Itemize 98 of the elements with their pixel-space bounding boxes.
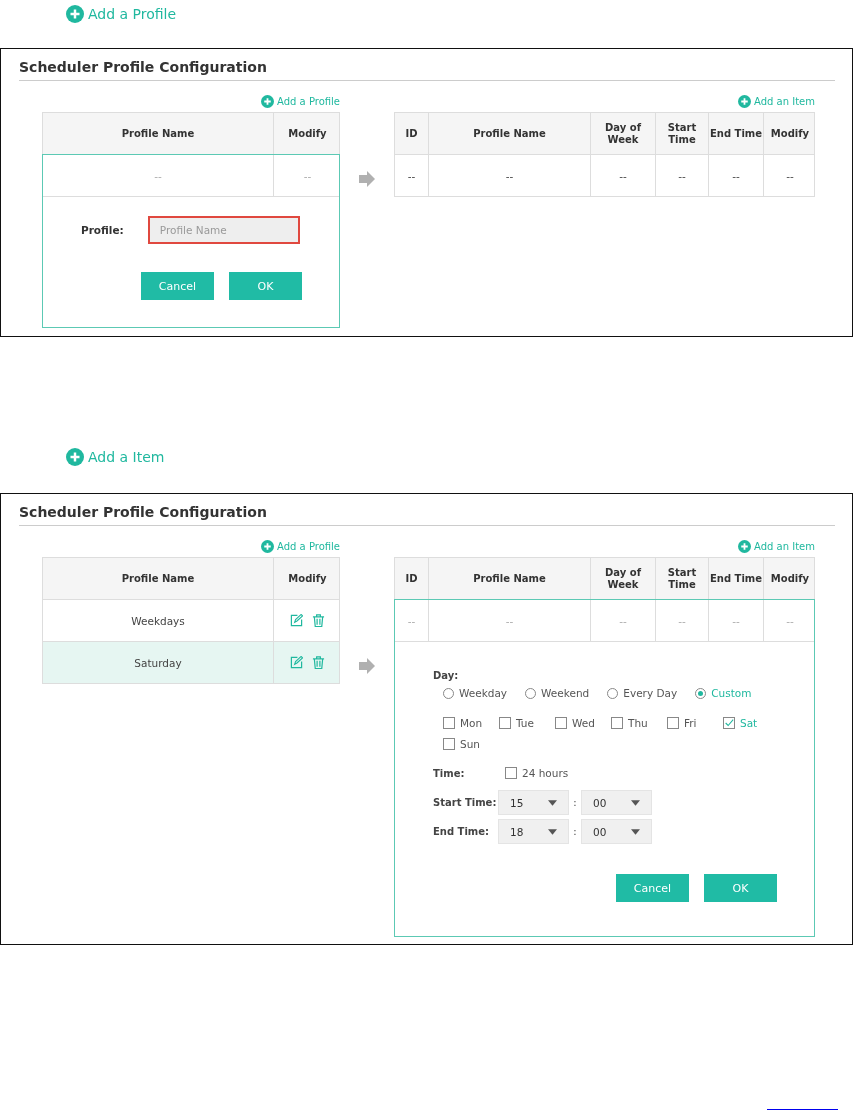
table-cell: -- (732, 169, 740, 182)
table-cell: -- (154, 169, 162, 182)
column-header: ID (404, 571, 419, 586)
column-header: End Time (708, 558, 763, 599)
add-link[interactable]: Add an Item (738, 93, 815, 109)
table-cell: -- (505, 614, 514, 627)
table-cell: -- (786, 169, 794, 182)
caret-icon (548, 828, 557, 835)
table-cell: -- (505, 169, 514, 182)
column-header: Modify (763, 558, 816, 599)
column-header: Start Time (655, 113, 708, 154)
edit-icon[interactable] (290, 614, 303, 627)
minute-select[interactable]: 00 (581, 790, 652, 815)
edit-icon[interactable] (290, 656, 303, 669)
field-label: Start Time: (433, 797, 498, 808)
column-header: Profile Name (428, 558, 590, 599)
radio-option[interactable]: Weekend (525, 687, 590, 699)
arrow-icon (359, 171, 375, 187)
add-link[interactable]: Add a Item (66, 447, 854, 467)
radio-label: Weekday (459, 687, 508, 699)
checkbox-label: Fri (684, 717, 697, 729)
column-header: Day of Week (590, 558, 655, 599)
add-link[interactable]: Add a Profile (261, 538, 340, 554)
table-cell: -- (407, 614, 416, 627)
table-row[interactable]: -- -- (43, 155, 339, 196)
field-label: End Time: (433, 826, 491, 837)
dialog-button[interactable]: OK (229, 272, 302, 300)
checkbox[interactable] (723, 717, 735, 729)
table-cell: -- (619, 614, 627, 627)
caret-icon (631, 799, 640, 806)
column-header: Day of Week (590, 113, 655, 154)
table-cell: Saturday (134, 656, 182, 669)
add-icon (261, 94, 275, 108)
table-cell: -- (619, 169, 627, 182)
checkbox[interactable] (443, 738, 455, 750)
radio-option[interactable]: Custom (695, 687, 752, 699)
column-header: End Time (708, 113, 763, 154)
checkbox[interactable] (443, 717, 455, 729)
checkbox-label: Sat (740, 717, 758, 729)
table-cell: -- (678, 614, 686, 627)
profile-name-field[interactable]: Profile Name (147, 216, 300, 244)
radio-label: Custom (711, 687, 752, 699)
dialog-button[interactable]: Cancel (616, 874, 689, 902)
add-icon (66, 448, 84, 466)
checkbox[interactable] (611, 717, 623, 729)
caret-icon (631, 828, 640, 835)
table-cell: -- (303, 169, 312, 182)
time-separator: : (572, 826, 578, 837)
column-header: Start Time (655, 558, 708, 599)
checkbox[interactable] (667, 717, 679, 729)
table-row[interactable]: Saturday (43, 641, 339, 683)
table-cell: -- (678, 169, 686, 182)
hour-select[interactable]: 18 (498, 819, 569, 844)
add-link[interactable]: Add an Item (738, 538, 815, 554)
add-link[interactable]: Add a Profile (261, 93, 340, 109)
dialog-button[interactable]: Cancel (141, 272, 214, 300)
column-header: Modify (273, 558, 341, 599)
add-icon (261, 539, 275, 553)
column-header: Modify (273, 113, 341, 154)
panel-title: Scheduler Profile Configuration (19, 59, 835, 81)
checkbox-label: 24 hours (522, 767, 569, 779)
table-cell: -- (407, 169, 416, 182)
field-label: Day: (433, 670, 460, 681)
add-icon (66, 5, 84, 23)
column-header: Profile Name (428, 113, 590, 154)
table-cell: Weekdays (131, 614, 185, 627)
radio-option[interactable]: Every Day (607, 687, 678, 699)
radio-label: Every Day (623, 687, 678, 699)
radio-option[interactable]: Weekday (443, 687, 508, 699)
add-link[interactable]: Add a Profile (66, 0, 854, 24)
arrow-icon (359, 658, 375, 674)
column-header: Profile Name (120, 571, 196, 586)
column-header: Modify (763, 113, 816, 154)
checkbox[interactable] (499, 717, 511, 729)
field-label: Profile: (81, 224, 124, 236)
checkbox-label: Wed (572, 717, 595, 729)
table-cell: -- (786, 614, 794, 627)
column-header: Profile Name (120, 126, 196, 141)
hour-select[interactable]: 15 (498, 790, 569, 815)
checkbox[interactable] (505, 767, 517, 779)
add-icon (738, 539, 752, 553)
radio-label: Weekend (541, 687, 590, 699)
delete-icon[interactable] (312, 656, 325, 669)
checkbox[interactable] (555, 717, 567, 729)
dialog-button[interactable]: OK (704, 874, 777, 902)
add-icon (738, 94, 752, 108)
minute-select[interactable]: 00 (581, 819, 652, 844)
panel-title: Scheduler Profile Configuration (19, 504, 835, 526)
time-separator: : (572, 797, 578, 808)
checkbox-label: Thu (628, 717, 648, 729)
checkbox-label: Sun (460, 738, 480, 750)
field-label: Time: (433, 767, 466, 779)
caret-icon (548, 799, 557, 806)
delete-icon[interactable] (312, 614, 325, 627)
checkbox-label: Mon (460, 717, 483, 729)
checkbox-label: Tue (516, 717, 534, 729)
column-header: ID (404, 126, 419, 141)
table-cell: -- (732, 614, 740, 627)
